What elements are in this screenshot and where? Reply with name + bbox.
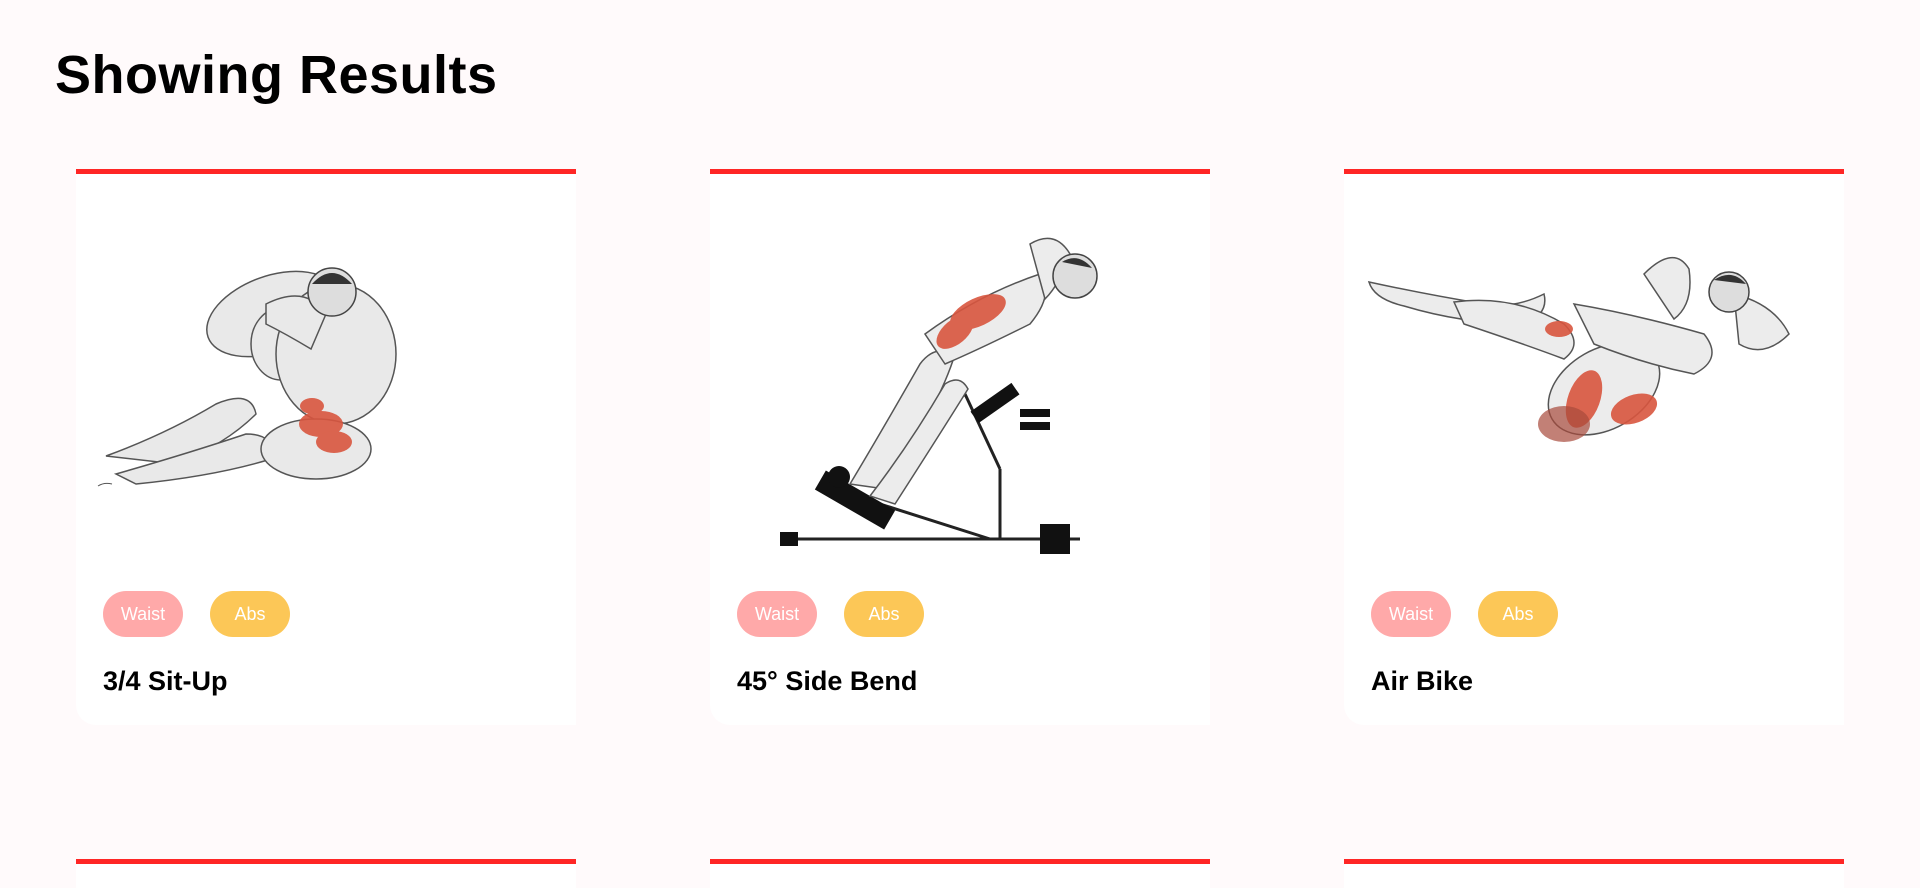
- tag-list: Waist Abs: [737, 591, 924, 637]
- tag-abs-button[interactable]: Abs: [1478, 591, 1558, 637]
- exercise-card[interactable]: Waist Abs Air Bike: [1344, 169, 1844, 725]
- tag-list: Waist Abs: [103, 591, 290, 637]
- exercise-card[interactable]: [76, 859, 576, 888]
- results-page: Showing Results Waist Abs 3/4 Sit-Up Wai…: [0, 0, 1920, 888]
- exercise-card[interactable]: [710, 859, 1210, 888]
- air-bike-illustration: [1367, 257, 1790, 442]
- exercise-card[interactable]: Waist Abs 45° Side Bend: [710, 169, 1210, 725]
- tag-waist-button[interactable]: Waist: [103, 591, 183, 637]
- exercise-card[interactable]: [1344, 859, 1844, 888]
- tag-list: Waist Abs: [1371, 591, 1558, 637]
- exercise-name: Air Bike: [1371, 666, 1474, 696]
- side-bend-bench-illustration: [780, 237, 1098, 554]
- tag-waist-button[interactable]: Waist: [737, 591, 817, 637]
- tag-waist-button[interactable]: Waist: [1371, 591, 1451, 637]
- sit-up-illustration: [97, 267, 397, 487]
- exercise-card[interactable]: Waist Abs 3/4 Sit-Up: [76, 169, 576, 725]
- tag-abs-button[interactable]: Abs: [210, 591, 290, 637]
- exercise-name: 3/4 Sit-Up: [103, 666, 228, 696]
- page-title: Showing Results: [55, 45, 498, 105]
- tag-abs-button[interactable]: Abs: [844, 591, 924, 637]
- exercise-name: 45° Side Bend: [737, 666, 918, 696]
